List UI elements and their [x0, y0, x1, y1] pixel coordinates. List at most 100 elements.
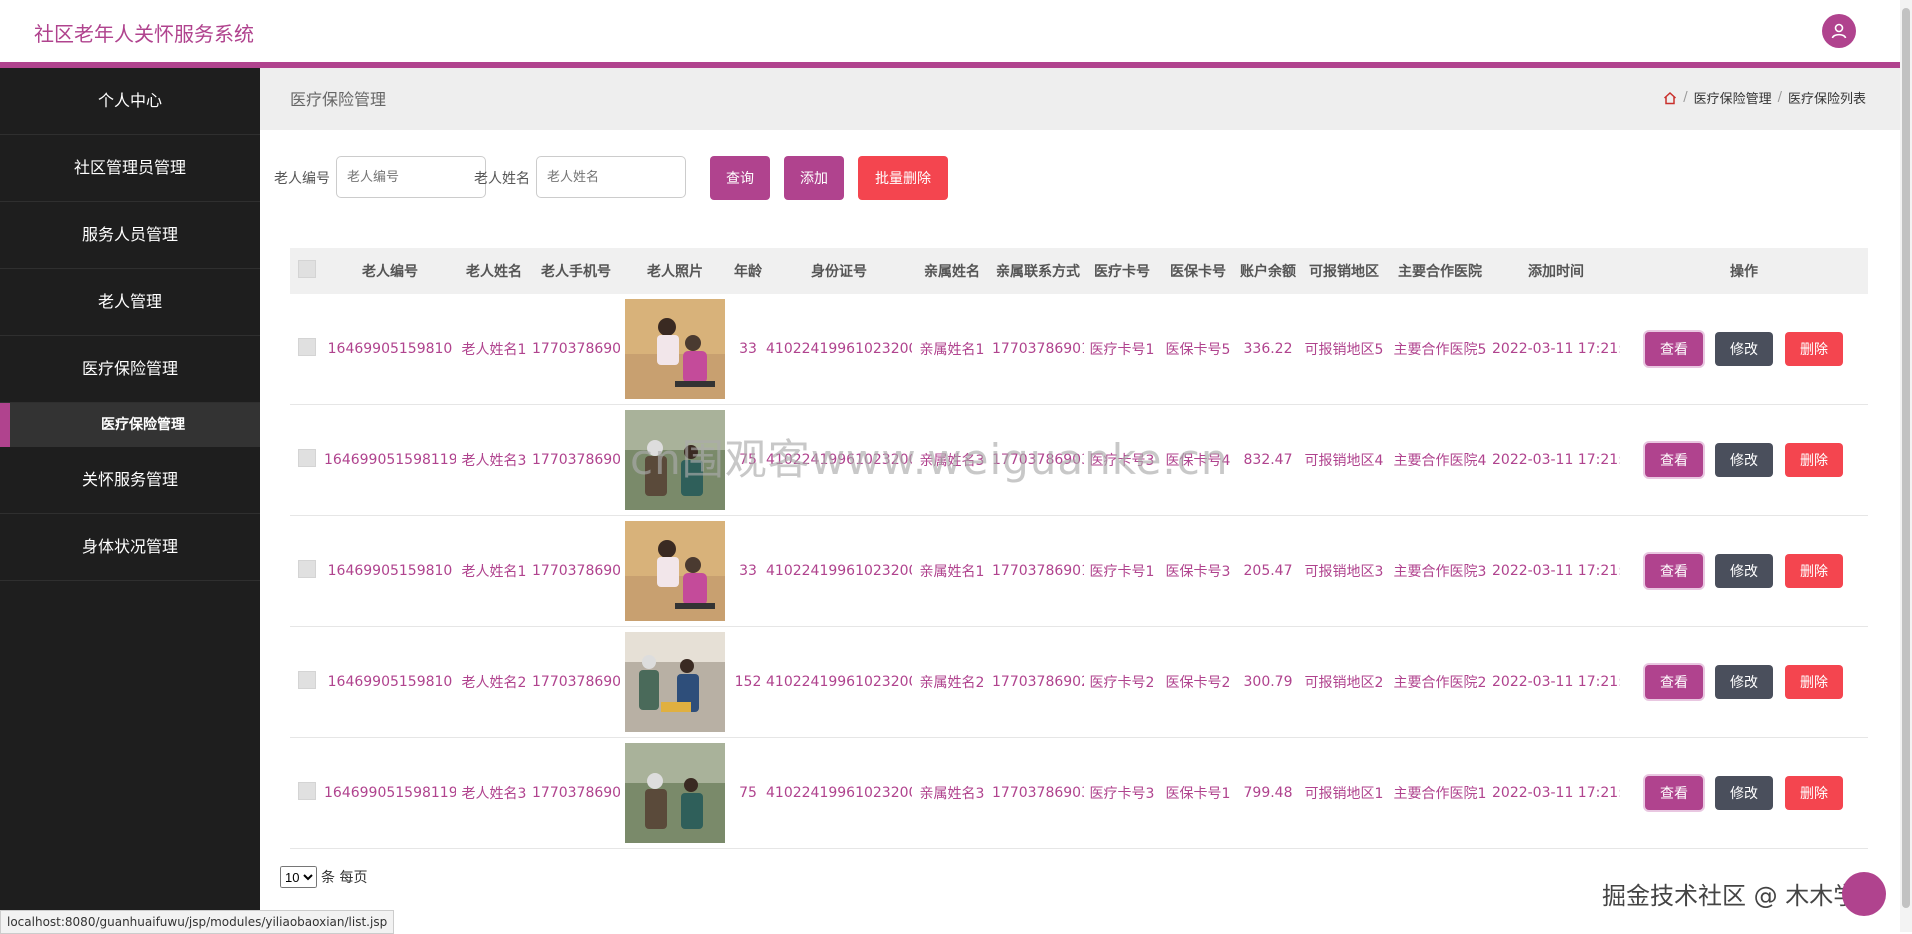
elder-photo	[625, 521, 725, 621]
insurance-table: 老人编号 老人姓名 老人手机号 老人照片 年龄 身份证号 亲属姓名 亲属联系方式…	[290, 248, 1868, 849]
sidebar-item-care-service[interactable]: 关怀服务管理	[0, 447, 260, 514]
region-cell: 可报销地区4	[1300, 404, 1388, 516]
column-header[interactable]: 可报销地区	[1300, 248, 1388, 294]
row-actions: 查看 修改 删除	[1620, 665, 1868, 699]
column-header[interactable]: 老人照片	[620, 248, 730, 294]
sidebar-item-label: 社区管理员管理	[73, 158, 186, 177]
sidebar: 个人中心 社区管理员管理 服务人员管理 老人管理 医疗保险管理 医疗保险管理 关…	[0, 68, 260, 932]
column-header[interactable]: 亲属联系方式	[992, 248, 1084, 294]
sidebar-item-health-status[interactable]: 身体状况管理	[0, 514, 260, 581]
sidebar-item-medical-insurance[interactable]: 医疗保险管理	[0, 336, 260, 403]
sidebar-item-label: 服务人员管理	[81, 225, 178, 244]
view-button[interactable]: 查看	[1645, 332, 1703, 366]
id-card-cell: 410224199610232001	[766, 515, 912, 627]
elder-name-cell: 老人姓名2	[456, 626, 532, 738]
row-checkbox[interactable]	[298, 449, 316, 467]
row-checkbox[interactable]	[298, 338, 316, 356]
column-header[interactable]: 添加时间	[1492, 248, 1620, 294]
row-checkbox[interactable]	[298, 671, 316, 689]
column-header[interactable]: 主要合作医院	[1388, 248, 1492, 294]
elder-name-cell: 老人姓名1	[456, 294, 532, 405]
age-cell: 33	[730, 515, 766, 627]
sidebar-item-service-staff[interactable]: 服务人员管理	[0, 202, 260, 269]
age-cell: 75	[730, 737, 766, 849]
column-header[interactable]: 身份证号	[766, 248, 912, 294]
column-header[interactable]: 老人编号	[324, 248, 456, 294]
age-cell: 152	[730, 626, 766, 738]
id-card-cell: 410224199610232001	[766, 294, 912, 405]
breadcrumb-item: 医疗保险列表	[1787, 92, 1866, 107]
user-avatar-button[interactable]	[1822, 14, 1856, 48]
elder-name-input[interactable]	[536, 156, 686, 198]
balance-cell: 300.79	[1236, 626, 1300, 738]
add-button[interactable]: 添加	[784, 156, 844, 200]
view-button[interactable]: 查看	[1645, 443, 1703, 477]
sidebar-item-community-admin[interactable]: 社区管理员管理	[0, 135, 260, 202]
home-icon[interactable]	[1663, 91, 1677, 105]
select-all-checkbox[interactable]	[298, 260, 316, 278]
batch-delete-button[interactable]: 批量删除	[858, 156, 948, 200]
added-time-cell: 2022-03-11 17:21:55	[1492, 404, 1620, 516]
breadcrumb: / 医疗保险管理 / 医疗保险列表	[1663, 88, 1866, 107]
back-to-top-button[interactable]	[1842, 872, 1886, 916]
elder-name-cell: 老人姓名1	[456, 515, 532, 627]
scrollbar-thumb[interactable]	[1902, 8, 1910, 908]
insurance-card-cell: 医保卡号1	[1160, 737, 1236, 849]
column-header[interactable]: 账户余额	[1236, 248, 1300, 294]
column-header[interactable]: 老人手机号	[532, 248, 620, 294]
phone-cell: 17703786901	[532, 294, 620, 405]
breadcrumb-separator: /	[1777, 90, 1782, 105]
row-actions: 查看 修改 删除	[1620, 554, 1868, 588]
delete-button[interactable]: 删除	[1785, 332, 1843, 366]
elder-no-input[interactable]	[336, 156, 486, 198]
edit-button[interactable]: 修改	[1715, 665, 1773, 699]
region-cell: 可报销地区5	[1300, 294, 1388, 405]
sidebar-subitem-medical-insurance[interactable]: 医疗保险管理	[0, 403, 260, 447]
table-row: 16469905159810 老人姓名2 17703786902 152 410…	[290, 626, 1868, 738]
id-card-cell: 410224199610232002	[766, 626, 912, 738]
insurance-card-cell: 医保卡号5	[1160, 294, 1236, 405]
edit-button[interactable]: 修改	[1715, 776, 1773, 810]
edit-button[interactable]: 修改	[1715, 554, 1773, 588]
relative-name-cell: 亲属姓名1	[912, 515, 992, 627]
hospital-cell: 主要合作医院2	[1388, 626, 1492, 738]
added-time-cell: 2022-03-11 17:21:55	[1492, 515, 1620, 627]
user-icon	[1831, 23, 1847, 39]
delete-button[interactable]: 删除	[1785, 665, 1843, 699]
breadcrumb-item[interactable]: 医疗保险管理	[1694, 88, 1772, 107]
row-checkbox[interactable]	[298, 560, 316, 578]
column-header[interactable]: 年龄	[730, 248, 766, 294]
phone-cell: 17703786901	[532, 515, 620, 627]
query-button[interactable]: 查询	[710, 156, 770, 200]
elder-no-cell: 16469905159810	[324, 626, 456, 738]
sidebar-item-elder[interactable]: 老人管理	[0, 269, 260, 336]
relative-phone-cell: 17703786901	[992, 294, 1084, 405]
insurance-card-cell: 医保卡号2	[1160, 626, 1236, 738]
edit-button[interactable]: 修改	[1715, 332, 1773, 366]
page-size-suffix: 条 每页	[321, 870, 368, 886]
view-button[interactable]: 查看	[1645, 776, 1703, 810]
vertical-scrollbar[interactable]	[1900, 0, 1912, 932]
column-header[interactable]: 医保卡号	[1160, 248, 1236, 294]
delete-button[interactable]: 删除	[1785, 554, 1843, 588]
balance-cell: 832.47	[1236, 404, 1300, 516]
added-time-cell: 2022-03-11 17:21:55	[1492, 626, 1620, 738]
app-title: 社区老年人关怀服务系统	[34, 22, 254, 46]
delete-button[interactable]: 删除	[1785, 776, 1843, 810]
view-button[interactable]: 查看	[1645, 665, 1703, 699]
medical-card-cell: 医疗卡号1	[1084, 515, 1160, 627]
table-row: 16469905159810 老人姓名1 17703786901 33 4102…	[290, 515, 1868, 627]
page-size-select[interactable]: 10	[280, 866, 317, 888]
delete-button[interactable]: 删除	[1785, 443, 1843, 477]
hospital-cell: 主要合作医院1	[1388, 737, 1492, 849]
balance-cell: 799.48	[1236, 737, 1300, 849]
edit-button[interactable]: 修改	[1715, 443, 1773, 477]
column-header[interactable]: 医疗卡号	[1084, 248, 1160, 294]
column-header[interactable]: 老人姓名	[456, 248, 532, 294]
sidebar-item-personal-center[interactable]: 个人中心	[0, 68, 260, 135]
id-card-cell: 410224199610232003	[766, 737, 912, 849]
view-button[interactable]: 查看	[1645, 554, 1703, 588]
sidebar-item-label: 个人中心	[97, 91, 162, 110]
row-checkbox[interactable]	[298, 782, 316, 800]
column-header[interactable]: 亲属姓名	[912, 248, 992, 294]
